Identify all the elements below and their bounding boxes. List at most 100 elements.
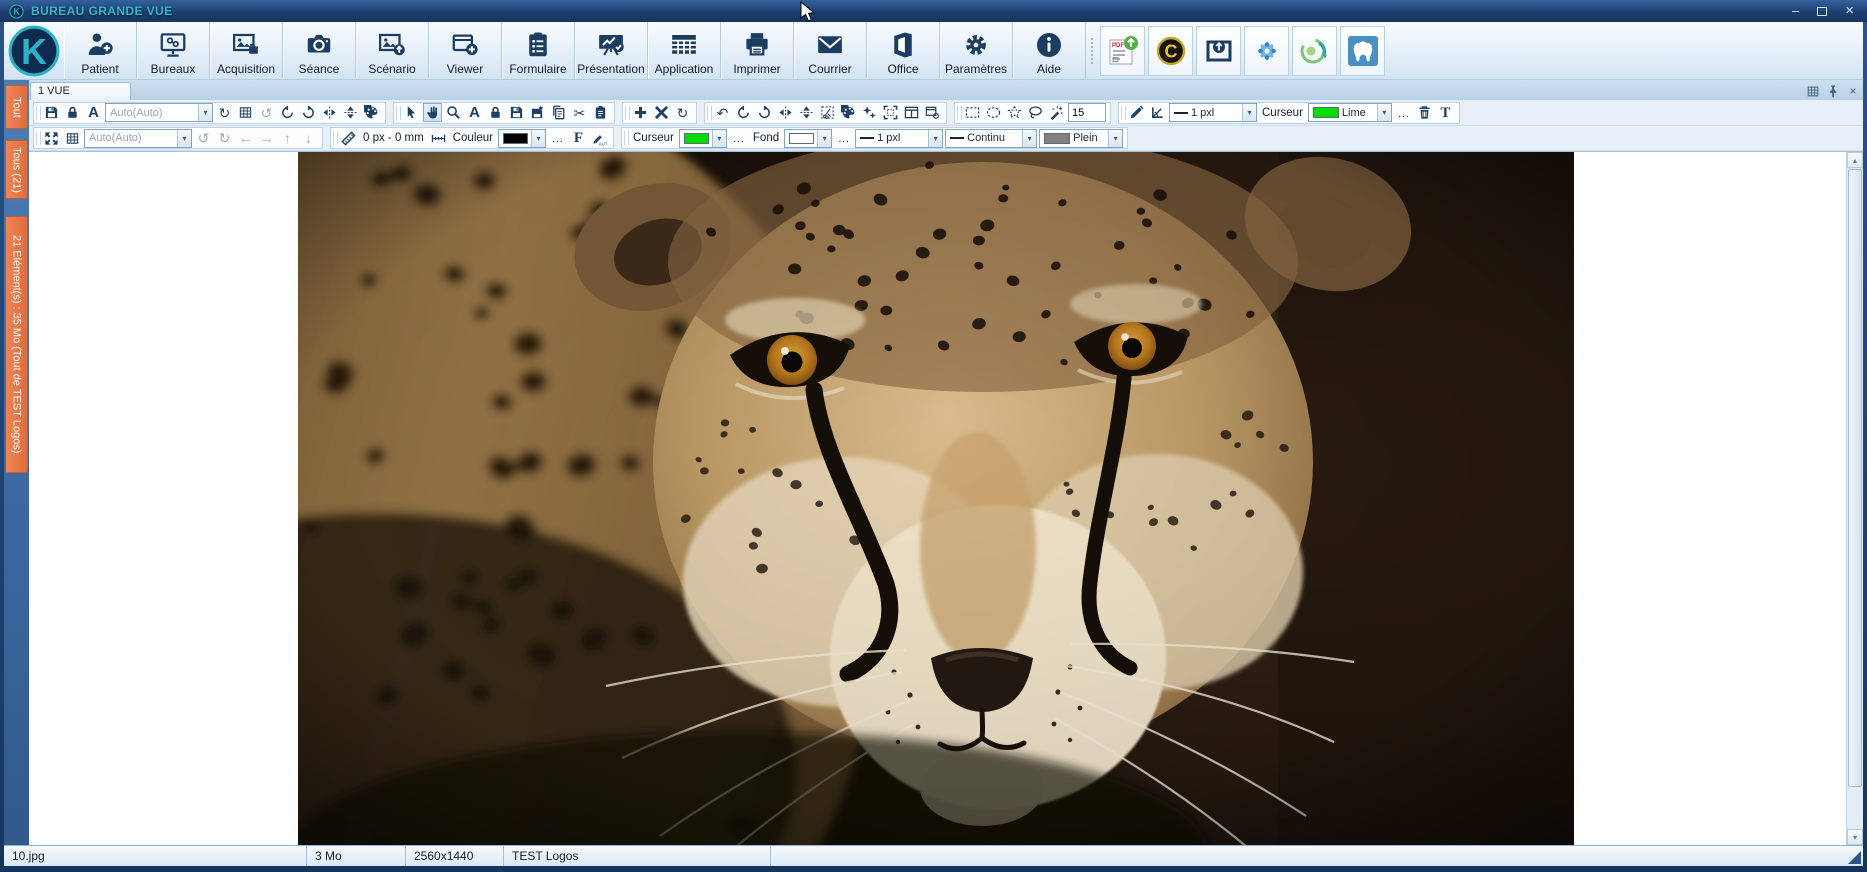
move-left-button[interactable]: ← <box>236 129 255 148</box>
cursor-color-select-arrow-icon[interactable]: ▾ <box>1377 104 1391 121</box>
cursor-color-select-2[interactable]: ▾ <box>679 129 727 148</box>
draw-color-select[interactable]: ▾ <box>498 129 546 148</box>
rotate-cw-button-2[interactable]: ↻ <box>215 129 234 148</box>
refresh-button[interactable]: ↻ <box>215 103 234 122</box>
scroll-down-button[interactable]: ▾ <box>1847 829 1863 845</box>
ruler-tool-button[interactable] <box>339 129 358 148</box>
move-right-button[interactable]: → <box>257 129 276 148</box>
ribbon-button-courrier[interactable]: Courrier <box>794 22 867 79</box>
cc-plugin[interactable] <box>1292 26 1337 76</box>
fill-style-select-arrow-icon[interactable]: ▾ <box>1108 130 1122 147</box>
ribbon-button-scenario[interactable]: Scénario <box>356 22 429 79</box>
magic-wand-button[interactable] <box>1047 103 1066 122</box>
cursor-color-select[interactable]: Lime▾ <box>1308 103 1392 122</box>
resize-grip[interactable] <box>1848 851 1861 864</box>
lock-view-button[interactable] <box>63 103 82 122</box>
zoom-mode-select-arrow-icon[interactable]: ▾ <box>198 104 212 121</box>
reload-button[interactable]: ↻ <box>673 103 692 122</box>
image-flip-horizontal-button[interactable] <box>776 103 795 122</box>
image-flip-vertical-button[interactable] <box>797 103 816 122</box>
ribbon-button-viewer[interactable]: Viewer <box>429 22 502 79</box>
grid-button[interactable] <box>236 103 255 122</box>
flip-vertical-button[interactable] <box>341 103 360 122</box>
sidebar-tab-tout[interactable]: Tout <box>6 85 28 129</box>
annotation-a-button[interactable]: A <box>84 103 103 122</box>
draw-color-more-button[interactable]: … <box>548 129 567 148</box>
window-settings-button[interactable] <box>923 103 942 122</box>
fill-color-select-arrow-icon[interactable]: ▾ <box>817 130 831 147</box>
copy-button[interactable] <box>549 103 568 122</box>
rotate-ccw-button[interactable]: ↺ <box>257 103 276 122</box>
dental-plugin[interactable] <box>1340 26 1385 76</box>
line-width-select[interactable]: 1 pxl▾ <box>855 129 943 148</box>
split-window-button[interactable] <box>902 103 921 122</box>
image-palette-button[interactable] <box>839 103 858 122</box>
effects-button[interactable] <box>860 103 879 122</box>
save-as-button[interactable] <box>528 103 547 122</box>
rotate-ccw-button-2[interactable]: ↺ <box>194 129 213 148</box>
export-box-plugin[interactable] <box>1196 26 1241 76</box>
line-width-select-arrow-icon[interactable]: ▾ <box>928 130 942 147</box>
ribbon-button-bureaux[interactable]: Bureaux <box>137 22 210 79</box>
ribbon-button-application[interactable]: Application <box>648 22 721 79</box>
sidebar-tab-tous-21[interactable]: Tous (21) <box>6 140 28 199</box>
zoom-tool-button[interactable] <box>444 103 463 122</box>
ribbon-button-imprimer[interactable]: Imprimer <box>721 22 794 79</box>
select-tool-button[interactable] <box>402 103 421 122</box>
minimize-button[interactable]: – <box>1792 5 1799 17</box>
pencil-tool-button[interactable] <box>1127 103 1146 122</box>
flower-plugin[interactable] <box>1244 26 1289 76</box>
cut-button[interactable]: ✂ <box>570 103 589 122</box>
fill-color-more-button[interactable]: … <box>834 129 853 148</box>
ribbon-button-patient[interactable]: Patient <box>64 22 137 79</box>
cursor-color-select-2-arrow-icon[interactable]: ▾ <box>712 130 726 147</box>
cursor-color-more-button[interactable]: … <box>729 129 748 148</box>
ribbon-button-parametres[interactable]: Paramètres <box>940 22 1013 79</box>
ribbon-button-office[interactable]: Office <box>867 22 940 79</box>
font-button[interactable]: F <box>569 129 588 148</box>
image-canvas[interactable]: ▴ ▾ <box>29 151 1863 845</box>
image-rotate-left-button[interactable] <box>734 103 753 122</box>
pdf-export-plugin[interactable]: PDF <box>1100 26 1145 76</box>
pin-panel-button[interactable] <box>1826 84 1840 98</box>
ribbon-button-acquisition[interactable]: Acquisition <box>210 22 283 79</box>
zoom-mode-select[interactable]: Auto(Auto)▾ <box>105 103 213 122</box>
polygon-select-button[interactable] <box>1005 103 1024 122</box>
app-menu-button[interactable]: K <box>4 22 64 79</box>
close-view-button[interactable]: × <box>1846 84 1860 98</box>
ribbon-button-aide[interactable]: Aide <box>1013 22 1086 79</box>
ellipse-select-button[interactable] <box>984 103 1003 122</box>
lasso-select-button[interactable] <box>1026 103 1045 122</box>
palette-button[interactable] <box>362 103 381 122</box>
fill-color-select[interactable]: ▾ <box>784 129 832 148</box>
scroll-up-button[interactable]: ▴ <box>1847 152 1863 168</box>
line-style-select-arrow-icon[interactable]: ▾ <box>1022 130 1036 147</box>
image-rotate-right-button[interactable] <box>755 103 774 122</box>
calibrate-button[interactable] <box>429 129 448 148</box>
angle-tool-button[interactable] <box>1148 103 1167 122</box>
paste-button[interactable] <box>591 103 610 122</box>
grid-layout-button[interactable] <box>63 129 82 148</box>
draw-color-select-arrow-icon[interactable]: ▾ <box>531 130 545 147</box>
tolerance-input[interactable] <box>1068 103 1106 122</box>
add-button[interactable] <box>631 103 650 122</box>
fullscreen-button[interactable] <box>42 129 61 148</box>
ribbon-button-presentation[interactable]: Présentation <box>575 22 648 79</box>
flip-horizontal-button[interactable] <box>320 103 339 122</box>
undo-button[interactable]: ↶ <box>713 103 732 122</box>
move-down-button[interactable]: ↓ <box>299 129 318 148</box>
delete-annotation-button[interactable] <box>1415 103 1434 122</box>
close-button[interactable]: × <box>1845 5 1854 17</box>
move-up-button[interactable]: ↑ <box>278 129 297 148</box>
ribbon-button-seance[interactable]: Séance <box>283 22 356 79</box>
rect-select-button[interactable] <box>963 103 982 122</box>
text-style-button[interactable]: T <box>1436 103 1455 122</box>
sidebar-tab-elements[interactable]: 21 Elément(s) : 35 Mo (Tout de TEST Logo… <box>6 216 28 473</box>
more-colors-button[interactable]: … <box>1394 103 1413 122</box>
fit-button[interactable] <box>881 103 900 122</box>
save-image-button[interactable] <box>507 103 526 122</box>
zoom-mode-select-2-arrow-icon[interactable]: ▾ <box>177 130 191 147</box>
view-tab[interactable]: 1 VUE <box>30 82 131 100</box>
c-brand-plugin[interactable]: C <box>1148 26 1193 76</box>
vertical-scrollbar[interactable]: ▴ ▾ <box>1846 152 1863 845</box>
